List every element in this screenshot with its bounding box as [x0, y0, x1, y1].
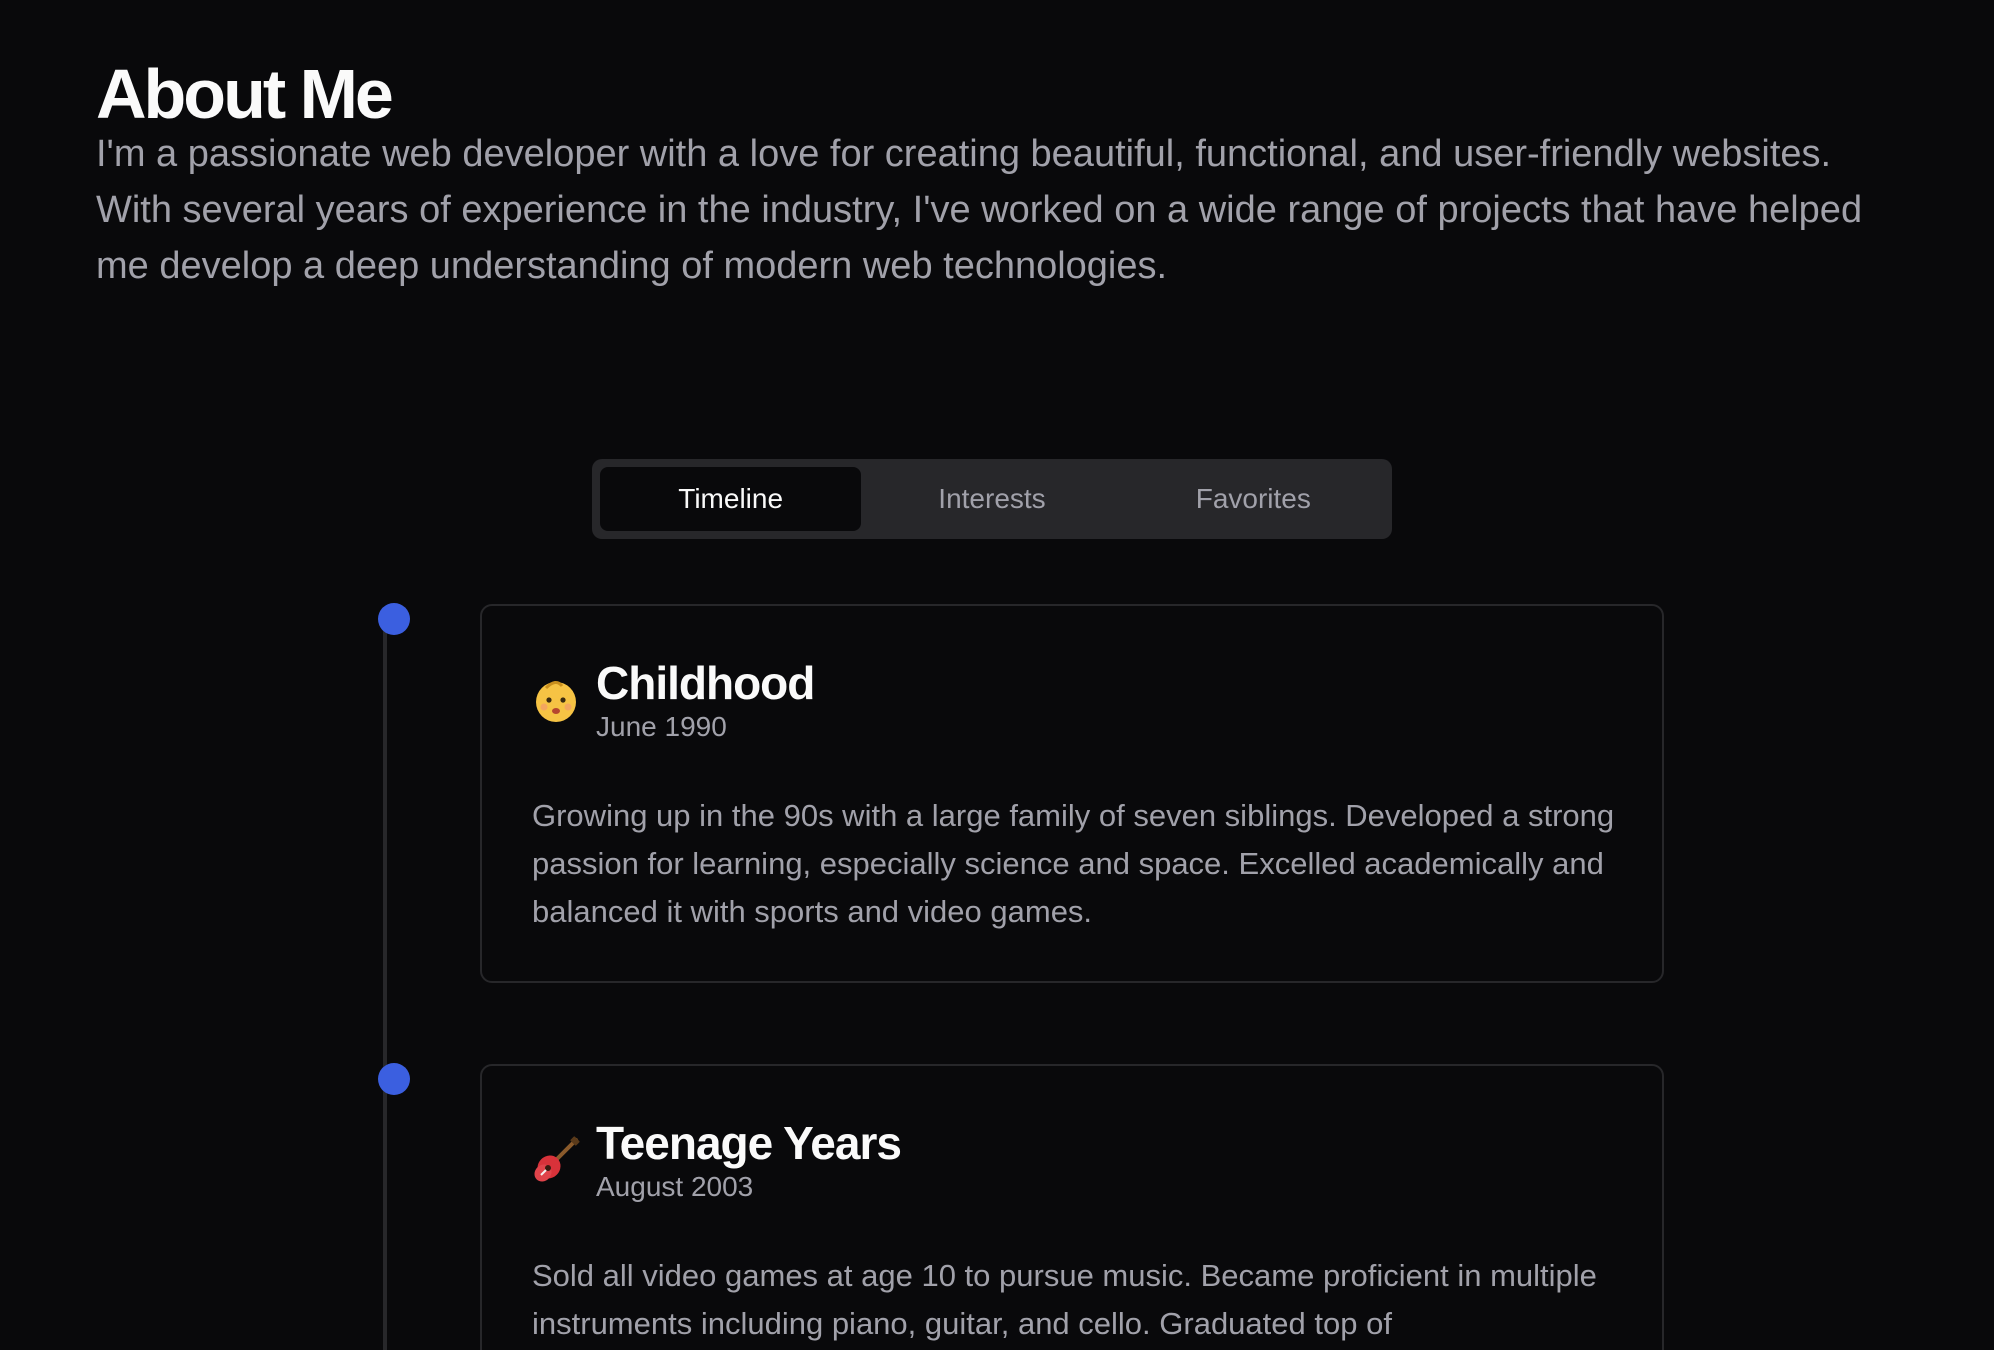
baby-emoji-icon — [536, 681, 576, 722]
card-title: Teenage Years — [596, 1117, 902, 1169]
card-description: Growing up in the 90s with a large famil… — [532, 798, 1615, 929]
card-header: Childhood June 1990 — [532, 656, 815, 744]
timeline-line — [383, 620, 387, 1350]
about-header: About Me I'm a passionate web developer … — [96, 52, 1896, 287]
timeline-card-childhood: Childhood June 1990 Growing up in the 90… — [480, 604, 1664, 983]
card-date: June 1990 — [596, 711, 727, 742]
timeline-card-teenage-years: Teenage Years August 2003 Sold all video… — [480, 1064, 1664, 1350]
tab-interests[interactable]: Interests — [861, 467, 1122, 531]
intro-paragraph: I'm a passionate web developer with a lo… — [96, 133, 1863, 287]
card-header: Teenage Years August 2003 — [532, 1116, 902, 1204]
card-date: August 2003 — [596, 1171, 754, 1202]
tab-timeline[interactable]: Timeline — [600, 467, 862, 531]
guitar-emoji-icon — [534, 1136, 580, 1182]
timeline-dot — [378, 1063, 410, 1095]
page-title: About Me — [96, 55, 394, 133]
card-title: Childhood — [596, 657, 815, 709]
tab-list: Timeline Interests Favorites — [592, 459, 1392, 539]
tab-favorites[interactable]: Favorites — [1123, 467, 1384, 531]
card-description: Sold all video games at age 10 to pursue… — [532, 1258, 1597, 1341]
about-page: About Me I'm a passionate web developer … — [0, 0, 1994, 1350]
timeline-dot — [378, 603, 410, 635]
